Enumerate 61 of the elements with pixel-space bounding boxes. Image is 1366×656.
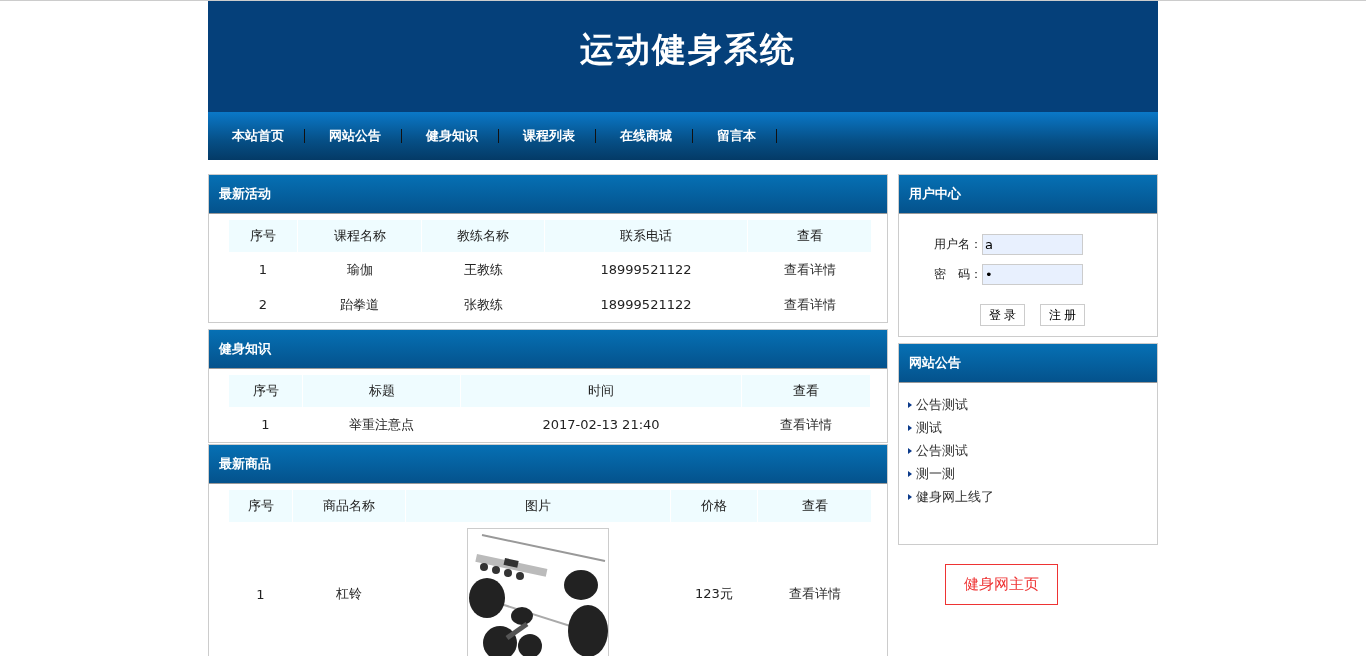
table-cell: 杠铃 bbox=[336, 586, 362, 601]
column-header: 序号 bbox=[229, 375, 302, 407]
notice-link[interactable]: 公告测试 bbox=[916, 441, 968, 460]
table-cell: 瑜伽 bbox=[346, 261, 373, 277]
notice-link[interactable]: 公告测试 bbox=[916, 395, 968, 414]
table-cell: 1 bbox=[258, 262, 268, 277]
details-link[interactable]: 查看详情 bbox=[783, 296, 836, 312]
column-header: 课程名称 bbox=[298, 220, 421, 252]
panel-title: 健身知识 bbox=[219, 340, 271, 358]
nav-link[interactable]: 本站首页 bbox=[232, 127, 284, 145]
home-link[interactable]: 健身网主页 bbox=[945, 564, 1058, 605]
panel-title: 最新活动 bbox=[219, 185, 271, 203]
details-link[interactable]: 查看详情 bbox=[783, 261, 836, 277]
form-button[interactable]: 登 录 bbox=[980, 304, 1025, 326]
field-label: 用户名： bbox=[933, 236, 982, 253]
chevron-icon bbox=[908, 424, 912, 431]
details-link[interactable]: 查看详情 bbox=[788, 586, 841, 601]
table-cell: 1 bbox=[261, 417, 270, 432]
nav-link[interactable]: 留言本 bbox=[717, 127, 756, 145]
column-header: 查看 bbox=[742, 375, 870, 407]
table-cell: 举重注意点 bbox=[349, 416, 414, 432]
input-field[interactable]: a bbox=[982, 234, 1083, 255]
notice-link[interactable]: 测试 bbox=[916, 418, 942, 437]
nav-link[interactable]: 在线商城 bbox=[620, 127, 672, 145]
details-link[interactable]: 查看详情 bbox=[780, 416, 832, 432]
notice-link[interactable]: 健身网上线了 bbox=[916, 487, 994, 506]
chevron-icon bbox=[908, 401, 912, 408]
table-cell: 123元 bbox=[695, 586, 733, 601]
panel-title: 最新商品 bbox=[219, 455, 271, 473]
column-header: 查看 bbox=[748, 220, 871, 252]
nav-link[interactable]: 健身知识 bbox=[426, 127, 478, 145]
panel-title: 用户中心 bbox=[909, 185, 961, 203]
chevron-icon bbox=[908, 470, 912, 477]
table-cell: 18999521122 bbox=[600, 262, 692, 277]
column-header: 价格 bbox=[671, 490, 757, 522]
table-cell: 18999521122 bbox=[600, 297, 692, 312]
column-header: 序号 bbox=[229, 490, 292, 522]
column-header: 序号 bbox=[229, 220, 297, 252]
table-cell: 跆拳道 bbox=[340, 296, 379, 312]
table-cell: 1 bbox=[256, 586, 265, 602]
table-cell: 王教练 bbox=[463, 261, 503, 277]
chevron-icon bbox=[908, 447, 912, 454]
table-cell: 2017-02-13 21:40 bbox=[542, 417, 660, 432]
input-field[interactable]: • bbox=[982, 264, 1083, 285]
column-header: 查看 bbox=[758, 490, 871, 522]
chevron-icon bbox=[908, 493, 912, 500]
column-header: 时间 bbox=[461, 375, 741, 407]
notice-link[interactable]: 测一测 bbox=[916, 464, 955, 483]
nav-link[interactable]: 网站公告 bbox=[329, 127, 381, 145]
table-cell: 2 bbox=[258, 297, 268, 312]
column-header: 标题 bbox=[303, 375, 460, 407]
field-label: 密 码： bbox=[933, 266, 982, 283]
table-cell: 张教练 bbox=[463, 296, 503, 312]
column-header: 图片 bbox=[406, 490, 670, 522]
site-title: 运动健身系统 bbox=[580, 28, 796, 71]
panel-title: 网站公告 bbox=[909, 354, 961, 372]
column-header: 教练名称 bbox=[422, 220, 544, 252]
column-header: 联系电话 bbox=[545, 220, 747, 252]
form-button[interactable]: 注 册 bbox=[1040, 304, 1085, 326]
nav-link[interactable]: 课程列表 bbox=[523, 127, 575, 145]
column-header: 商品名称 bbox=[293, 490, 405, 522]
